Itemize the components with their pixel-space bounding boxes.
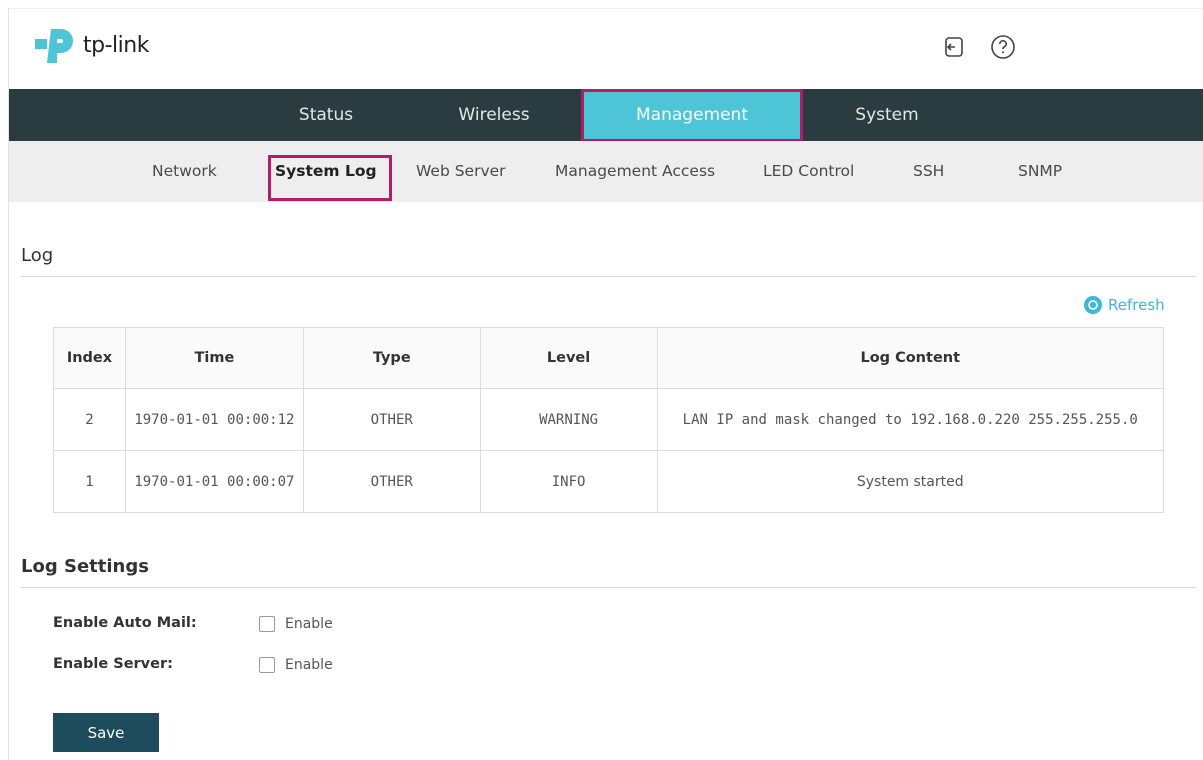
subtab-system-log[interactable]: System Log [275, 141, 377, 202]
cell-level: WARNING [479, 388, 658, 451]
refresh-button[interactable]: Refresh [1084, 296, 1165, 314]
refresh-label: Refresh [1108, 296, 1165, 314]
header: tp-link [9, 9, 1203, 89]
brand-name: tp-link [83, 32, 149, 58]
checkbox-box[interactable] [259, 616, 275, 632]
tp-link-logo[interactable]: tp-link [31, 23, 149, 67]
enable-server-label: Enable Server: [53, 656, 173, 672]
tab-status[interactable]: Status [267, 89, 385, 141]
column-header-type[interactable]: Type [302, 327, 481, 389]
help-icon[interactable] [989, 33, 1017, 61]
subtab-web-server[interactable]: Web Server [416, 141, 506, 202]
enable-auto-mail-label: Enable Auto Mail: [53, 615, 197, 631]
log-settings-title: Log Settings [21, 556, 149, 577]
cell-type: OTHER [302, 450, 481, 513]
column-header-log-content[interactable]: Log Content [656, 327, 1164, 389]
tab-management[interactable]: Management [582, 89, 802, 141]
subtab-ssh[interactable]: SSH [913, 141, 944, 202]
table-row: 2 1970-01-01 00:00:12 OTHER WARNING LAN … [53, 388, 1164, 451]
save-button[interactable]: Save [53, 713, 159, 752]
table-header-row: Index Time Type Level Log Content [53, 327, 1164, 389]
checkbox-label: Enable [285, 657, 333, 673]
subtab-snmp[interactable]: SNMP [1018, 141, 1062, 202]
tab-wireless[interactable]: Wireless [437, 89, 551, 141]
log-section-title: Log [21, 245, 54, 266]
checkbox-box[interactable] [259, 657, 275, 673]
subtab-led-control[interactable]: LED Control [763, 141, 854, 202]
cell-index: 2 [53, 388, 126, 451]
log-settings-divider [21, 587, 1197, 588]
cell-index: 1 [53, 450, 126, 513]
checkbox-label: Enable [285, 616, 333, 632]
column-header-time[interactable]: Time [124, 327, 304, 389]
cell-log-content: System started [656, 450, 1164, 513]
cell-time: 1970-01-01 00:00:12 [124, 388, 304, 451]
enable-auto-mail-checkbox[interactable]: Enable [259, 616, 333, 632]
column-header-index[interactable]: Index [53, 327, 126, 389]
column-header-level[interactable]: Level [479, 327, 658, 389]
enable-server-checkbox[interactable]: Enable [259, 657, 333, 673]
tab-system[interactable]: System [831, 89, 943, 141]
log-table: Index Time Type Level Log Content 2 1970… [53, 327, 1164, 513]
cell-type: OTHER [302, 388, 481, 451]
subtab-management-access[interactable]: Management Access [555, 141, 715, 202]
refresh-icon [1084, 296, 1102, 314]
sub-nav: Network System Log Web Server Management… [9, 141, 1203, 202]
cell-level: INFO [479, 450, 658, 513]
subtab-network[interactable]: Network [152, 141, 217, 202]
cell-log-content: LAN IP and mask changed to 192.168.0.220… [656, 388, 1164, 451]
main-nav: Status Wireless Management System [9, 89, 1203, 141]
table-row: 1 1970-01-01 00:00:07 OTHER INFO System … [53, 450, 1164, 513]
log-divider [21, 276, 1197, 277]
tp-link-logo-icon [35, 29, 73, 63]
cell-time: 1970-01-01 00:00:07 [124, 450, 304, 513]
logout-icon[interactable] [939, 33, 967, 61]
